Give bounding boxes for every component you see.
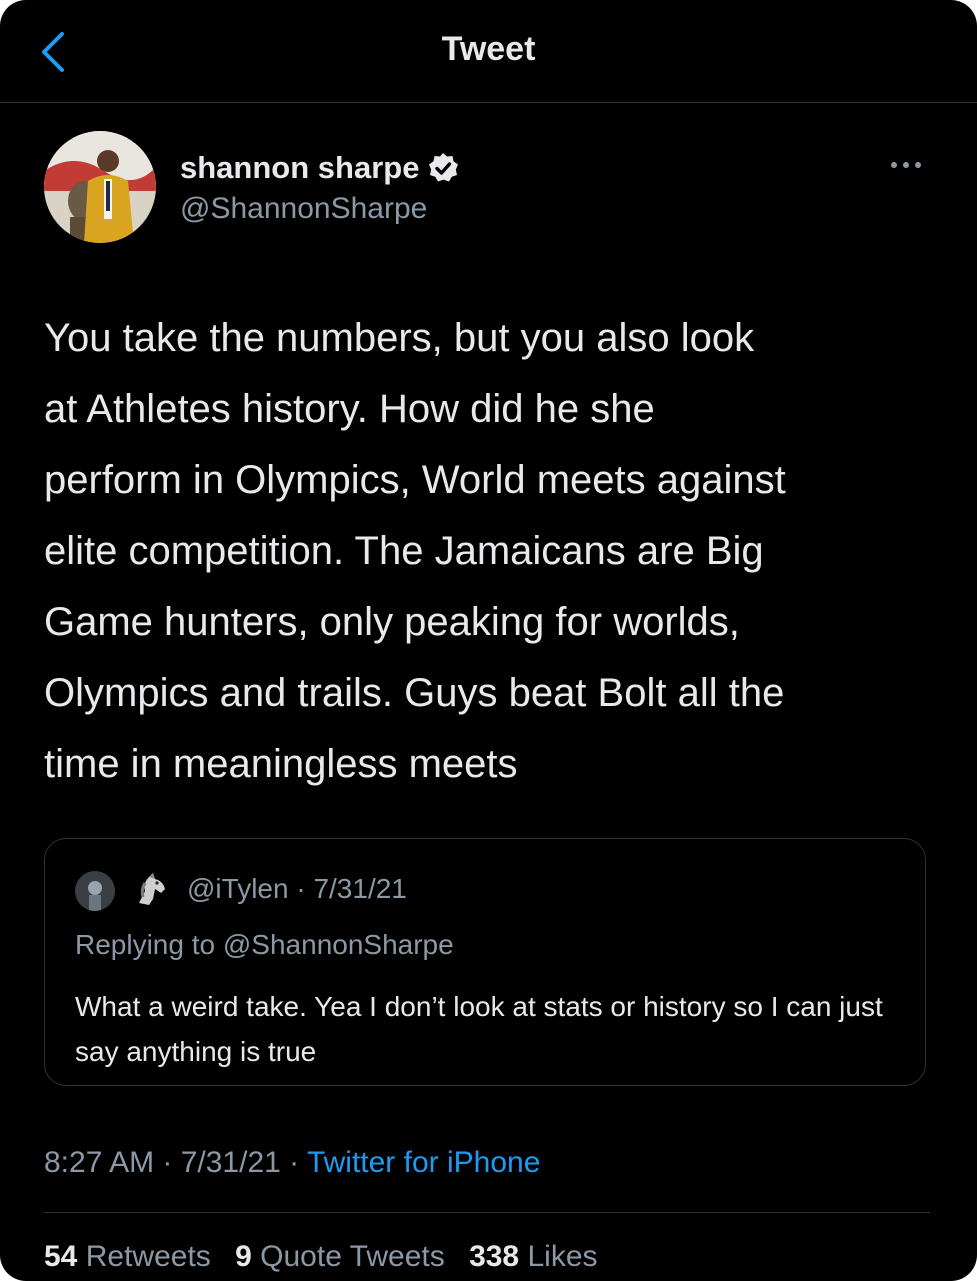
engagement-stats: 54 Retweets 9 Quote Tweets 338 Likes (44, 1240, 614, 1274)
quote-tweets-count: 9 (235, 1240, 252, 1273)
quoted-tweet[interactable]: @iTylen · 7/31/21 Replying to @ShannonSh… (44, 838, 926, 1086)
retweets-count: 54 (44, 1240, 78, 1273)
replying-to-handle[interactable]: @ShannonSharpe (223, 929, 454, 960)
likes-stat[interactable]: 338 Likes (469, 1240, 597, 1273)
replying-to: Replying to @ShannonSharpe (75, 929, 454, 961)
author-display-name[interactable]: shannon sharpe (180, 150, 459, 186)
divider (44, 1212, 930, 1213)
tweet-text: You take the numbers, but you also look … (44, 316, 786, 786)
verified-badge-icon (429, 153, 459, 182)
author-name-text: shannon sharpe (180, 150, 420, 185)
avatar-image (44, 131, 156, 243)
quoted-tweet-text: What a weird take. Yea I don’t look at s… (75, 991, 883, 1067)
quoted-author-avatar[interactable] (75, 871, 115, 911)
quote-tweets-label: Quote Tweets (260, 1240, 445, 1273)
tweet-timestamp: 8:27 AM · 7/31/21 · Twitter for iPhone (44, 1146, 540, 1180)
horse-emoji-icon (139, 873, 165, 905)
author-handle[interactable]: @ShannonSharpe (180, 192, 427, 226)
top-bar: Tweet (0, 0, 977, 103)
likes-label: Likes (527, 1240, 598, 1273)
quote-tweets-stat[interactable]: 9 Quote Tweets (235, 1240, 445, 1273)
retweets-label: Retweets (85, 1240, 211, 1273)
quoted-avatar-image (75, 871, 115, 911)
author-avatar[interactable] (44, 131, 156, 243)
page-title: Tweet (441, 30, 536, 68)
likes-count: 338 (469, 1240, 520, 1273)
time-date: 8:27 AM · 7/31/21 · (44, 1146, 307, 1179)
replying-to-prefix: Replying to (75, 929, 223, 960)
retweets-stat[interactable]: 54 Retweets (44, 1240, 211, 1273)
tweet-screen: Tweet shannon sharpe @ShannonSharpe You … (0, 0, 977, 1281)
source-link[interactable]: Twitter for iPhone (307, 1146, 540, 1179)
quoted-tweet-meta: @iTylen · 7/31/21 (187, 873, 407, 904)
more-horizontal-icon[interactable] (884, 150, 928, 180)
